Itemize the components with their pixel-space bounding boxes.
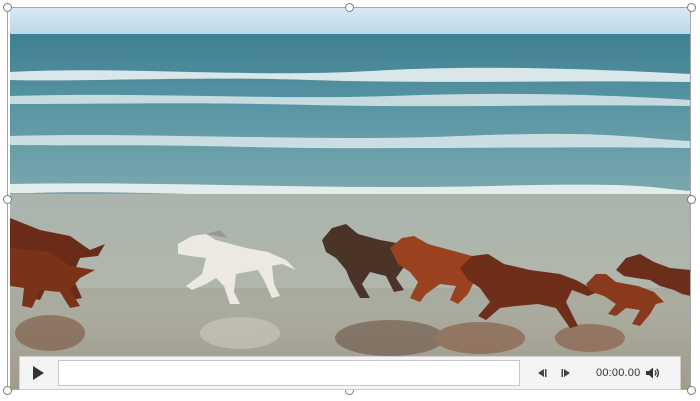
media-control-bar: 00:00.00 — [19, 356, 681, 390]
play-button[interactable] — [20, 357, 56, 389]
resize-handle-top[interactable] — [345, 3, 354, 12]
resize-handle-bottom-right[interactable] — [687, 386, 696, 395]
skip-forward-icon — [561, 369, 570, 377]
volume-button[interactable] — [640, 357, 666, 389]
skip-forward-button[interactable] — [554, 357, 580, 389]
volume-icon — [646, 367, 660, 379]
skip-back-icon — [538, 369, 547, 377]
play-icon — [33, 366, 44, 380]
resize-handle-top-right[interactable] — [687, 3, 696, 12]
resize-handle-bottom-left[interactable] — [3, 386, 12, 395]
time-display: 00:00.00 — [596, 367, 641, 379]
resize-handle-right[interactable] — [687, 195, 696, 204]
skip-back-button[interactable] — [528, 357, 554, 389]
video-frame[interactable] — [10, 8, 691, 390]
seek-bar[interactable] — [58, 360, 520, 386]
resize-handle-left[interactable] — [3, 195, 12, 204]
beach-horses-video-still — [10, 8, 691, 390]
resize-handle-top-left[interactable] — [3, 3, 12, 12]
video-object-frame[interactable]: 00:00.00 — [0, 0, 700, 401]
